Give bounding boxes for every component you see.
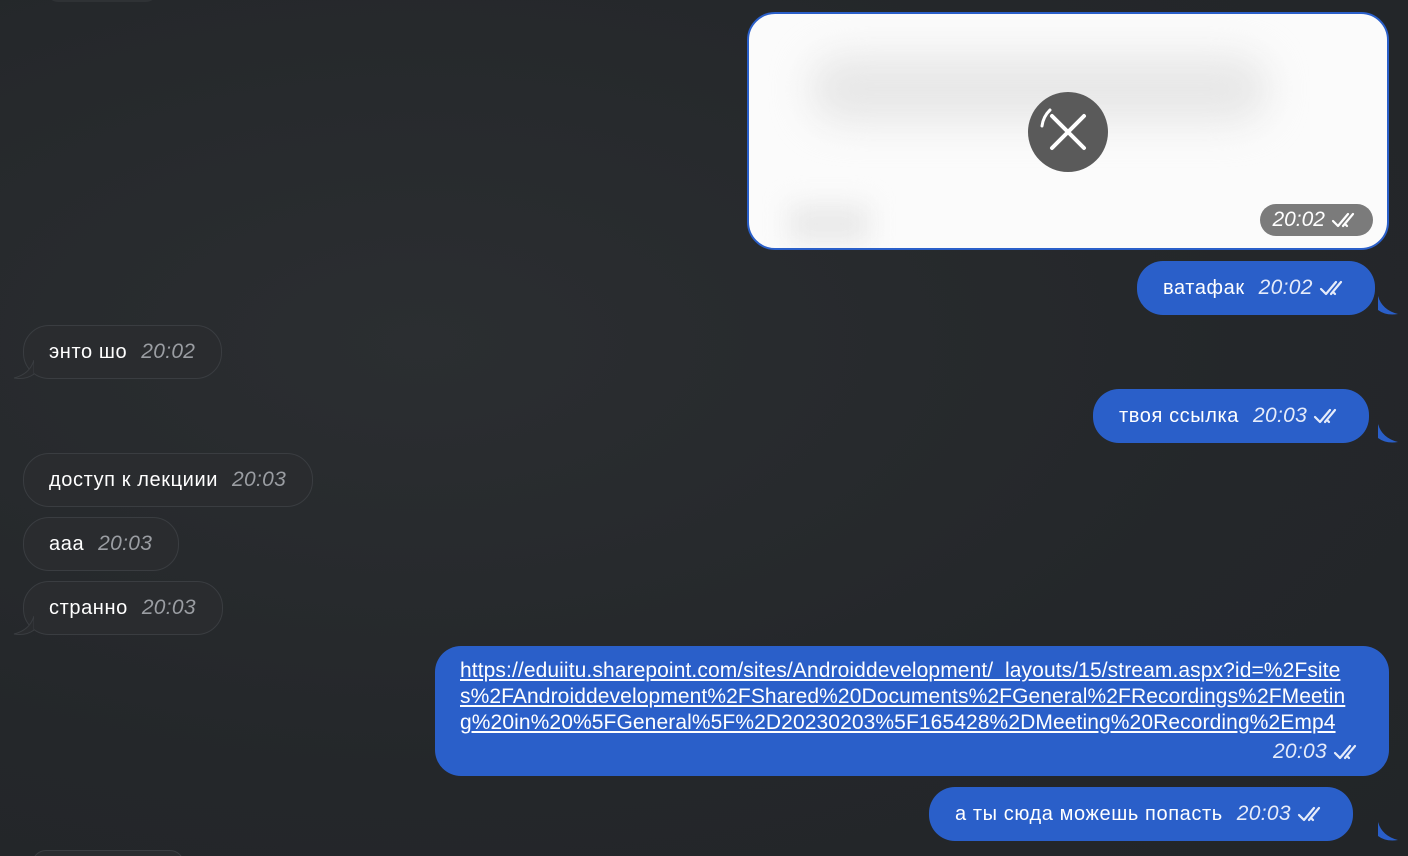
message-link[interactable]: https://eduiitu.sharepoint.com/sites/And… [460,658,1360,736]
time-label: 20:02 [1272,208,1325,231]
bubble-tail [1378,424,1398,443]
double-check-icon [1319,280,1342,296]
outgoing-message[interactable]: а ты сюда можешь попасть 20:03 [929,787,1353,841]
outgoing-message[interactable]: ватафак 20:02 [1137,261,1375,315]
outgoing-link-message[interactable]: https://eduiitu.sharepoint.com/sites/And… [435,646,1389,776]
partial-message-top [47,0,157,2]
message-text: твоя ссылка [1119,404,1240,427]
bubble-tail [13,360,34,379]
message-text: энто шо [49,340,128,363]
message-time: 20:03 [98,532,153,555]
message-time: 20:02 [1260,204,1373,236]
double-check-icon [1331,212,1355,228]
close-icon[interactable] [1028,92,1108,172]
message-text: а ты сюда можешь попасть [955,802,1223,825]
message-time: 20:03 [141,596,196,619]
incoming-message[interactable]: странно 20:03 [23,581,223,635]
blurred-image-content [789,204,869,244]
message-text: странно [49,596,128,619]
message-time: 20:03 [1253,404,1308,427]
double-check-icon [1313,408,1337,424]
partial-message-bottom [32,850,184,856]
double-check-icon [1333,744,1357,760]
incoming-message[interactable]: доступ к лекциии 20:03 [23,453,314,507]
message-text: ватафак [1163,276,1245,299]
double-check-icon [1297,806,1320,822]
message-time: 20:02 [1258,276,1313,299]
bubble-tail [1378,296,1398,315]
chat-view: 20:02 ватафак 20:02 энто шо 20:02 твоя с… [0,0,1408,856]
incoming-message[interactable]: ааа 20:03 [23,517,180,571]
outgoing-message[interactable]: твоя ссылка 20:03 [1093,389,1370,443]
image-message[interactable]: 20:02 [747,12,1389,250]
incoming-message[interactable]: энто шо 20:02 [23,325,223,379]
message-time: 20:03 [1236,802,1291,825]
bubble-tail [1378,822,1398,841]
message-text: ааа [49,532,85,555]
message-time: 20:03 [232,468,287,491]
message-time: 20:02 [141,340,196,363]
bubble-tail [13,616,34,635]
message-text: доступ к лекциии [49,468,218,491]
message-time: 20:03 [1272,740,1327,763]
message-time-wrap: 20:03 [1273,740,1363,764]
